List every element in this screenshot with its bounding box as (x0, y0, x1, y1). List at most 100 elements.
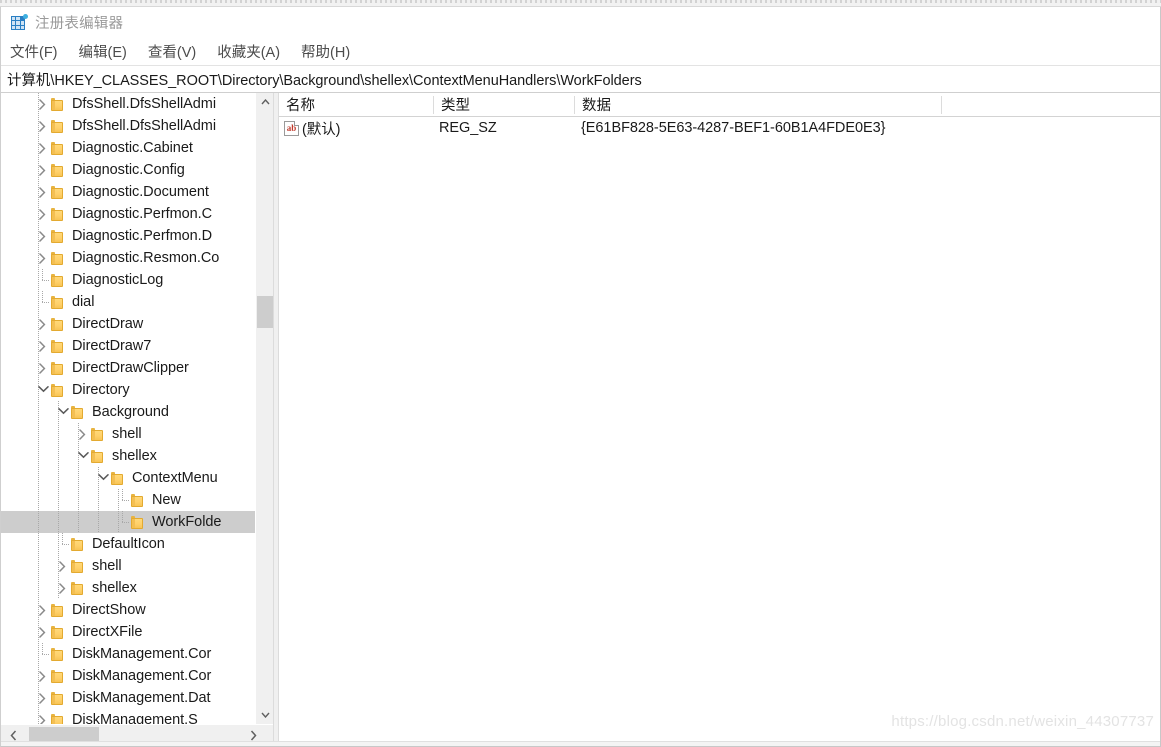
chevron-right-icon[interactable] (55, 555, 71, 577)
tree-item[interactable]: Diagnostic.Resmon.Co (1, 247, 255, 269)
address-bar[interactable]: 计算机\HKEY_CLASSES_ROOT\Directory\Backgrou… (1, 65, 1160, 93)
tree-guide-line (38, 467, 39, 489)
tree-item[interactable]: ContextMenu (1, 467, 255, 489)
tree-item-label: shellex (92, 580, 137, 596)
tree-item[interactable]: Diagnostic.Config (1, 159, 255, 181)
chevron-right-icon[interactable] (35, 247, 51, 269)
scroll-up-icon[interactable] (256, 93, 273, 111)
scroll-down-icon[interactable] (256, 706, 273, 724)
tree-item[interactable]: DefaultIcon (1, 533, 255, 555)
tree-leaf-connector (35, 291, 51, 313)
tree-item[interactable]: shellex (1, 577, 255, 599)
registry-value-pane: 名称 类型 数据 ab (默认) REG_SZ {E61BF828-5E63-4287… (279, 93, 1160, 746)
tree-guide-line (38, 489, 39, 511)
tree-item[interactable]: dial (1, 291, 255, 313)
tree-item[interactable]: DiskManagement.Dat (1, 687, 255, 709)
folder-icon (51, 713, 65, 724)
value-data-label: {E61BF828-5E63-4287-BEF1-60B1A4FDE0E3} (581, 120, 886, 136)
tree-item-label: DiskManagement.Cor (72, 668, 212, 684)
folder-icon (51, 251, 65, 265)
tree-guide-line (38, 445, 39, 467)
tree-item[interactable]: DirectDraw (1, 313, 255, 335)
tree-item[interactable]: Diagnostic.Perfmon.C (1, 203, 255, 225)
tree-leaf-connector (115, 489, 131, 511)
tree-item[interactable]: DirectXFile (1, 621, 255, 643)
tree-item-label: DiagnosticLog (72, 272, 164, 288)
folder-icon (51, 625, 65, 639)
tree-guide-line (78, 489, 79, 511)
chevron-down-icon[interactable] (35, 379, 51, 401)
tree-item-label: DirectXFile (72, 624, 143, 640)
tree-guide-line (38, 555, 39, 577)
chevron-right-icon[interactable] (35, 159, 51, 181)
menu-edit[interactable]: 编辑(E) (79, 39, 136, 64)
chevron-right-icon[interactable] (35, 93, 51, 115)
chevron-right-icon[interactable] (35, 599, 51, 621)
tree-item[interactable]: DiskManagement.Cor (1, 643, 255, 665)
chevron-right-icon[interactable] (35, 335, 51, 357)
folder-icon (51, 317, 65, 331)
chevron-right-icon[interactable] (35, 313, 51, 335)
tree-item[interactable]: shell (1, 423, 255, 445)
registry-editor-icon (10, 14, 28, 31)
tree-leaf-connector (35, 643, 51, 665)
chevron-right-icon[interactable] (35, 665, 51, 687)
chevron-right-icon[interactable] (35, 203, 51, 225)
tree-item[interactable]: Diagnostic.Perfmon.D (1, 225, 255, 247)
chevron-right-icon[interactable] (35, 621, 51, 643)
tree-item[interactable]: DirectDraw7 (1, 335, 255, 357)
tree-vscroll-thumb[interactable] (257, 296, 273, 328)
tree-item[interactable]: WorkFolde (1, 511, 255, 533)
column-header-name[interactable]: 名称 (279, 93, 433, 116)
menu-view[interactable]: 查看(V) (148, 39, 205, 64)
tree-item-label: WorkFolde (152, 514, 222, 530)
tree-item[interactable]: DirectShow (1, 599, 255, 621)
tree-item[interactable]: Directory (1, 379, 255, 401)
menu-file[interactable]: 文件(F) (10, 39, 67, 64)
registry-editor-window: 注册表编辑器 文件(F) 编辑(E) 查看(V) 收藏夹(A) 帮助(H) 计算… (0, 0, 1161, 747)
tree-item[interactable]: DfsShell.DfsShellAdmi (1, 115, 255, 137)
value-row[interactable]: ab (默认) REG_SZ {E61BF828-5E63-4287-BEF1-60B… (279, 117, 1160, 139)
chevron-down-icon[interactable] (55, 401, 71, 423)
chevron-right-icon[interactable] (35, 115, 51, 137)
column-header-data[interactable]: 数据 (575, 93, 941, 116)
tree-item[interactable]: DiskManagement.S (1, 709, 255, 724)
tree-item[interactable]: Background (1, 401, 255, 423)
chevron-right-icon[interactable] (35, 357, 51, 379)
folder-icon (51, 207, 65, 221)
tree-item-label: DiskManagement.Cor (72, 646, 212, 662)
tree-item[interactable]: shellex (1, 445, 255, 467)
chevron-right-icon[interactable] (35, 181, 51, 203)
column-header-type[interactable]: 类型 (434, 93, 574, 116)
folder-icon (51, 97, 65, 111)
chevron-right-icon[interactable] (35, 137, 51, 159)
tree-item[interactable]: DirectDrawClipper (1, 357, 255, 379)
column-divider-3[interactable] (941, 96, 942, 114)
tree-item-label: DirectDraw (72, 316, 144, 332)
tree-item[interactable]: DfsShell.DfsShellAdmi (1, 93, 255, 115)
tree-guide-line (58, 445, 59, 467)
tree-item[interactable]: Diagnostic.Document (1, 181, 255, 203)
title-bar: 注册表编辑器 (1, 7, 1160, 38)
chevron-right-icon[interactable] (75, 423, 91, 445)
tree-item[interactable]: shell (1, 555, 255, 577)
tree-item[interactable]: New (1, 489, 255, 511)
tree-item[interactable]: Diagnostic.Cabinet (1, 137, 255, 159)
tree-guide-line (38, 577, 39, 599)
tree-item[interactable]: DiskManagement.Cor (1, 665, 255, 687)
folder-icon (51, 141, 65, 155)
chevron-down-icon[interactable] (75, 445, 91, 467)
menu-help[interactable]: 帮助(H) (301, 39, 359, 64)
chevron-right-icon[interactable] (35, 225, 51, 247)
tree-item[interactable]: DiagnosticLog (1, 269, 255, 291)
menu-favorites[interactable]: 收藏夹(A) (217, 39, 289, 64)
tree-item-label: Diagnostic.Perfmon.C (72, 206, 213, 222)
folder-icon (71, 537, 85, 551)
tree-guide-line (38, 423, 39, 445)
chevron-right-icon[interactable] (35, 687, 51, 709)
tree-item-label: shell (92, 558, 122, 574)
chevron-down-icon[interactable] (95, 467, 111, 489)
tree-vertical-scrollbar[interactable] (255, 93, 273, 724)
chevron-right-icon[interactable] (55, 577, 71, 599)
chevron-right-icon[interactable] (35, 709, 51, 724)
